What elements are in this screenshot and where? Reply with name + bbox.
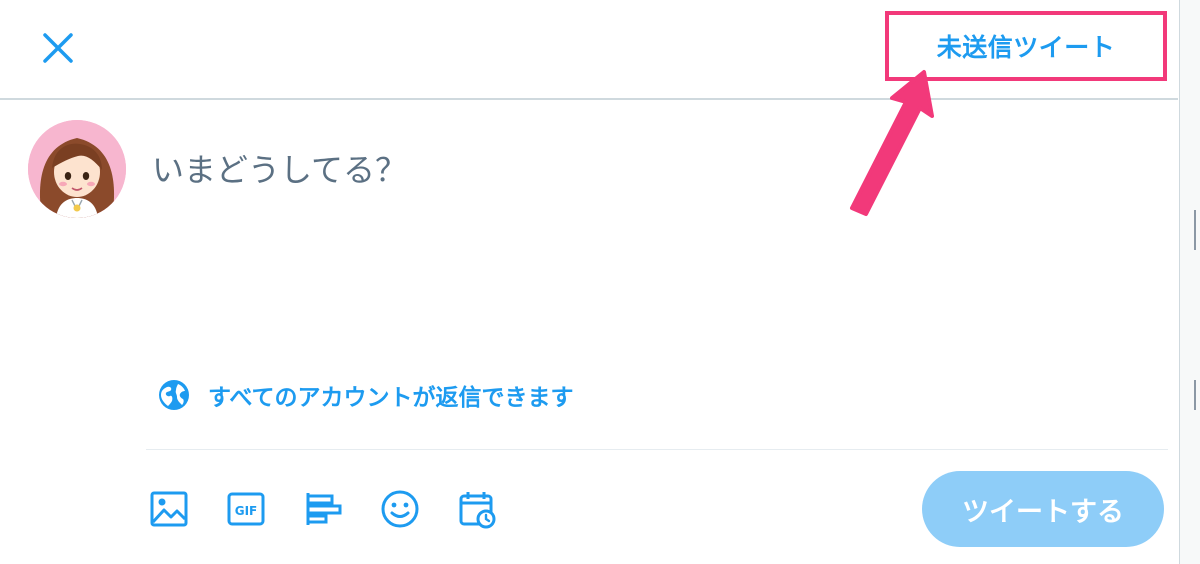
schedule-icon (459, 492, 496, 529)
composer-toolbar: GIF (146, 484, 531, 534)
composer-divider (146, 449, 1168, 450)
tweet-button-label: ツイートする (962, 496, 1124, 528)
emoji-button[interactable] (377, 486, 423, 532)
close-button[interactable] (36, 26, 80, 70)
poll-button[interactable] (300, 486, 346, 532)
image-icon (150, 491, 188, 527)
background-edge-mark (1194, 210, 1196, 250)
modal-header: 未送信ツイート (0, 0, 1178, 100)
gif-icon: GIF (227, 492, 265, 526)
compose-tweet-modal: 未送信ツイート いまどうしてる？ すべてのアカウントが返信できます GIF ツイ… (0, 0, 1180, 564)
tweet-button[interactable]: ツイートする (922, 471, 1164, 547)
background-edge-mark (1194, 380, 1196, 410)
reply-permission-label: すべてのアカウントが返信できます (208, 385, 574, 411)
close-icon (43, 33, 73, 63)
avatar-illustration (28, 120, 126, 218)
gif-icon-text: GIF (235, 504, 258, 518)
globe-icon (159, 380, 189, 410)
reply-permission-button[interactable]: すべてのアカウントが返信できます (158, 378, 573, 412)
schedule-button[interactable] (454, 486, 500, 532)
media-button[interactable] (146, 486, 192, 532)
tweet-text-input[interactable] (152, 140, 1132, 200)
avatar[interactable] (28, 120, 126, 218)
gif-button[interactable]: GIF (223, 486, 269, 532)
emoji-icon (381, 490, 419, 528)
unsent-tweets-label: 未送信ツイート (936, 33, 1116, 62)
poll-icon (306, 493, 342, 525)
background-edge (1180, 0, 1200, 564)
